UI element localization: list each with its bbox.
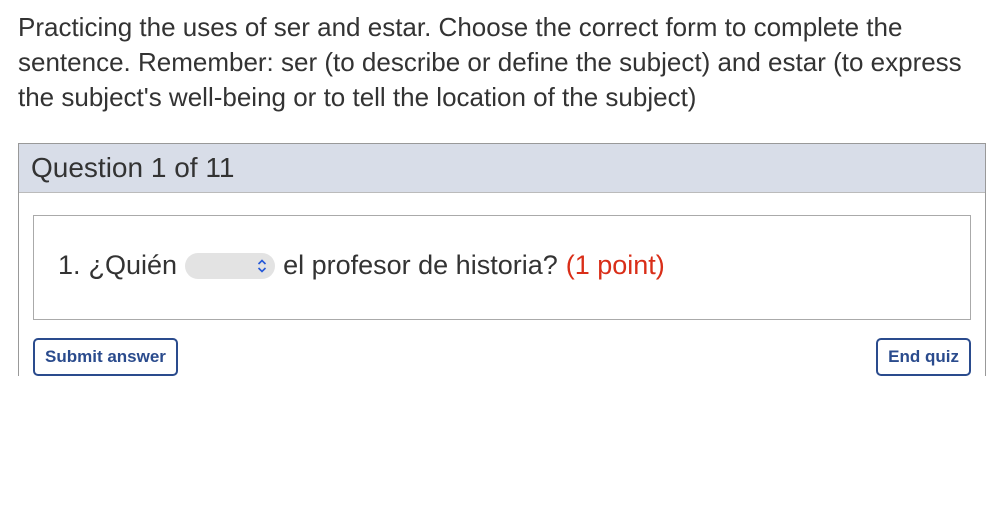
quiz-page: Practicing the uses of ser and estar. Ch… [0, 0, 1004, 376]
question-points: (1 point) [566, 250, 665, 281]
question-header: Question 1 of 11 [19, 144, 985, 193]
question-line: 1. ¿Quién el profesor de historia? (1 po… [58, 250, 946, 281]
question-suffix: el profesor de historia? [283, 250, 558, 281]
instructions-text: Practicing the uses of ser and estar. Ch… [18, 10, 986, 115]
chevron-up-down-icon [257, 259, 267, 273]
end-quiz-button[interactable]: End quiz [876, 338, 971, 376]
button-row: Submit answer End quiz [19, 320, 985, 376]
question-number: 1. [58, 250, 81, 281]
question-body-wrap: 1. ¿Quién el profesor de historia? (1 po… [19, 193, 985, 320]
question-body: 1. ¿Quién el profesor de historia? (1 po… [33, 215, 971, 320]
answer-dropdown[interactable] [185, 253, 275, 279]
submit-answer-button[interactable]: Submit answer [33, 338, 178, 376]
question-prefix: ¿Quién [89, 250, 178, 281]
quiz-container: Question 1 of 11 1. ¿Quién el profesor d… [18, 143, 986, 376]
